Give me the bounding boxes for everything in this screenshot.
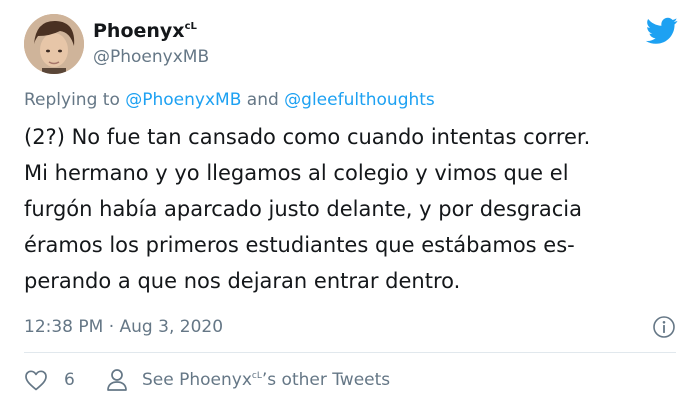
info-icon[interactable] [652, 315, 676, 339]
see-other-tweets-link[interactable]: See PhoenyxcL’s other Tweets [106, 367, 390, 393]
heart-icon [25, 370, 47, 391]
avatar[interactable] [24, 14, 84, 74]
divider [24, 352, 676, 353]
tweet-text: (2?) No fue tan cansado como cuando inte… [24, 119, 684, 299]
twitter-bird-icon[interactable] [646, 17, 678, 45]
reply-connector: and [241, 90, 285, 110]
other-tweets-prefix: See Phoenyx [142, 370, 252, 390]
like-button[interactable]: 6 [24, 367, 75, 393]
tweet-text-line: perando a que nos dejaran entrar dentro. [24, 269, 461, 293]
tweet-text-line: furgón había aparcado justo delante, y p… [24, 197, 582, 221]
other-tweets-label: See PhoenyxcL’s other Tweets [142, 370, 390, 390]
mention-link-2[interactable]: @gleefulthoughts [284, 90, 435, 110]
tweet-timestamp[interactable]: 12:38 PM · Aug 3, 2020 [24, 317, 223, 337]
avatar-photo [24, 14, 84, 74]
author-display-name[interactable]: PhoenyxcL [93, 20, 197, 42]
other-tweets-suffix: ’s other Tweets [261, 370, 391, 390]
other-tweets-superscript: cL [251, 371, 262, 381]
like-count: 6 [64, 370, 75, 390]
author-handle[interactable]: @PhoenyxMB [93, 47, 209, 67]
tweet-text-line: (2?) No fue tan cansado como cuando inte… [24, 125, 591, 149]
author-name-text: Phoenyx [93, 20, 185, 42]
tweet-card: PhoenyxcL @PhoenyxMB Replying to @Phoeny… [0, 0, 700, 406]
reply-prefix: Replying to [24, 90, 126, 110]
tweet-text-line: Mi hermano y yo llegamos al colegio y vi… [24, 161, 569, 185]
reply-context: Replying to @PhoenyxMB and @gleefulthoug… [24, 90, 435, 110]
person-icon [107, 369, 127, 391]
mention-link-1[interactable]: @PhoenyxMB [125, 90, 241, 110]
author-name-superscript: cL [184, 21, 197, 32]
tweet-text-line: éramos los primeros estudiantes que está… [24, 233, 575, 257]
